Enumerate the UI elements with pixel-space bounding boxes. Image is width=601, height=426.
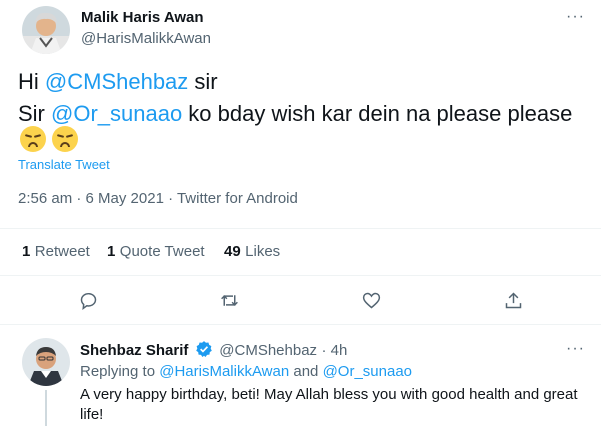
like-icon[interactable] <box>361 290 382 316</box>
likes-label: Likes <box>245 243 281 260</box>
mention-link[interactable]: @CMShehbaz <box>45 69 188 94</box>
tweet-text-suffix: ko bday wish kar dein na please please <box>182 101 573 126</box>
reply-author-handle[interactable]: @CMShehbaz <box>219 342 317 359</box>
divider <box>0 228 601 229</box>
quote-tweets-count: 1 <box>107 243 116 260</box>
disappointed-face-emoji <box>52 126 79 152</box>
quote-tweets-label: Quote Tweet <box>119 243 205 260</box>
verified-badge-icon <box>195 340 213 363</box>
replying-to-user-link[interactable]: @Or_sunaao <box>323 363 412 380</box>
emoji-row <box>18 126 79 156</box>
reply-text-line-1: A very happy birthday, beti! May Allah b… <box>80 386 578 403</box>
quote-tweets-stat[interactable]: 1 Quote Tweet <box>107 243 205 261</box>
retweets-label: Retweet <box>34 243 90 260</box>
likes-count: 49 <box>224 243 241 260</box>
replying-to-prefix: Replying to <box>80 363 160 380</box>
likes-stat[interactable]: 49 Likes <box>224 243 280 261</box>
reply-author-name[interactable]: Shehbaz Sharif <box>80 342 188 359</box>
reply-header: Shehbaz Sharif @CMShehbaz · 4h <box>80 340 347 363</box>
reply-icon[interactable] <box>78 290 99 316</box>
replying-to-user-link[interactable]: @HarisMalikkAwan <box>159 363 289 380</box>
retweets-stat[interactable]: 1 Retweet <box>22 243 90 261</box>
tweet-text-prefix: Hi <box>18 69 45 94</box>
replying-to: Replying to @HarisMalikkAwan and @Or_sun… <box>80 363 412 380</box>
retweets-count: 1 <box>22 243 31 260</box>
reply-author-avatar[interactable] <box>22 338 70 386</box>
reply-more-options-icon[interactable]: ··· <box>566 340 585 358</box>
author-avatar[interactable] <box>22 6 70 54</box>
author-handle[interactable]: @HarisMalikkAwan <box>81 30 211 47</box>
tweet-text-line-2: Sir @Or_sunaao ko bday wish kar dein na … <box>18 98 572 130</box>
tweet-timestamp[interactable]: 2:56 am · 6 May 2021 · Twitter for Andro… <box>18 190 298 207</box>
reply-text-line-2: life! <box>80 406 104 423</box>
tweet-text-suffix: sir <box>188 69 218 94</box>
share-icon[interactable] <box>503 290 524 316</box>
reply-time[interactable]: · 4h <box>322 342 348 359</box>
more-options-icon[interactable]: ··· <box>566 8 585 26</box>
divider <box>0 275 601 276</box>
retweet-icon[interactable] <box>219 290 240 316</box>
replying-to-and: and <box>289 363 323 380</box>
divider <box>0 324 601 325</box>
mention-link[interactable]: @Or_sunaao <box>51 101 182 126</box>
tweet-text-prefix: Sir <box>18 101 51 126</box>
tweet-text-line-1: Hi @CMShehbaz sir <box>18 66 218 98</box>
translate-tweet-link[interactable]: Translate Tweet <box>18 157 110 172</box>
author-name[interactable]: Malik Haris Awan <box>81 9 204 26</box>
thread-line <box>45 390 47 426</box>
disappointed-face-emoji <box>20 126 46 152</box>
